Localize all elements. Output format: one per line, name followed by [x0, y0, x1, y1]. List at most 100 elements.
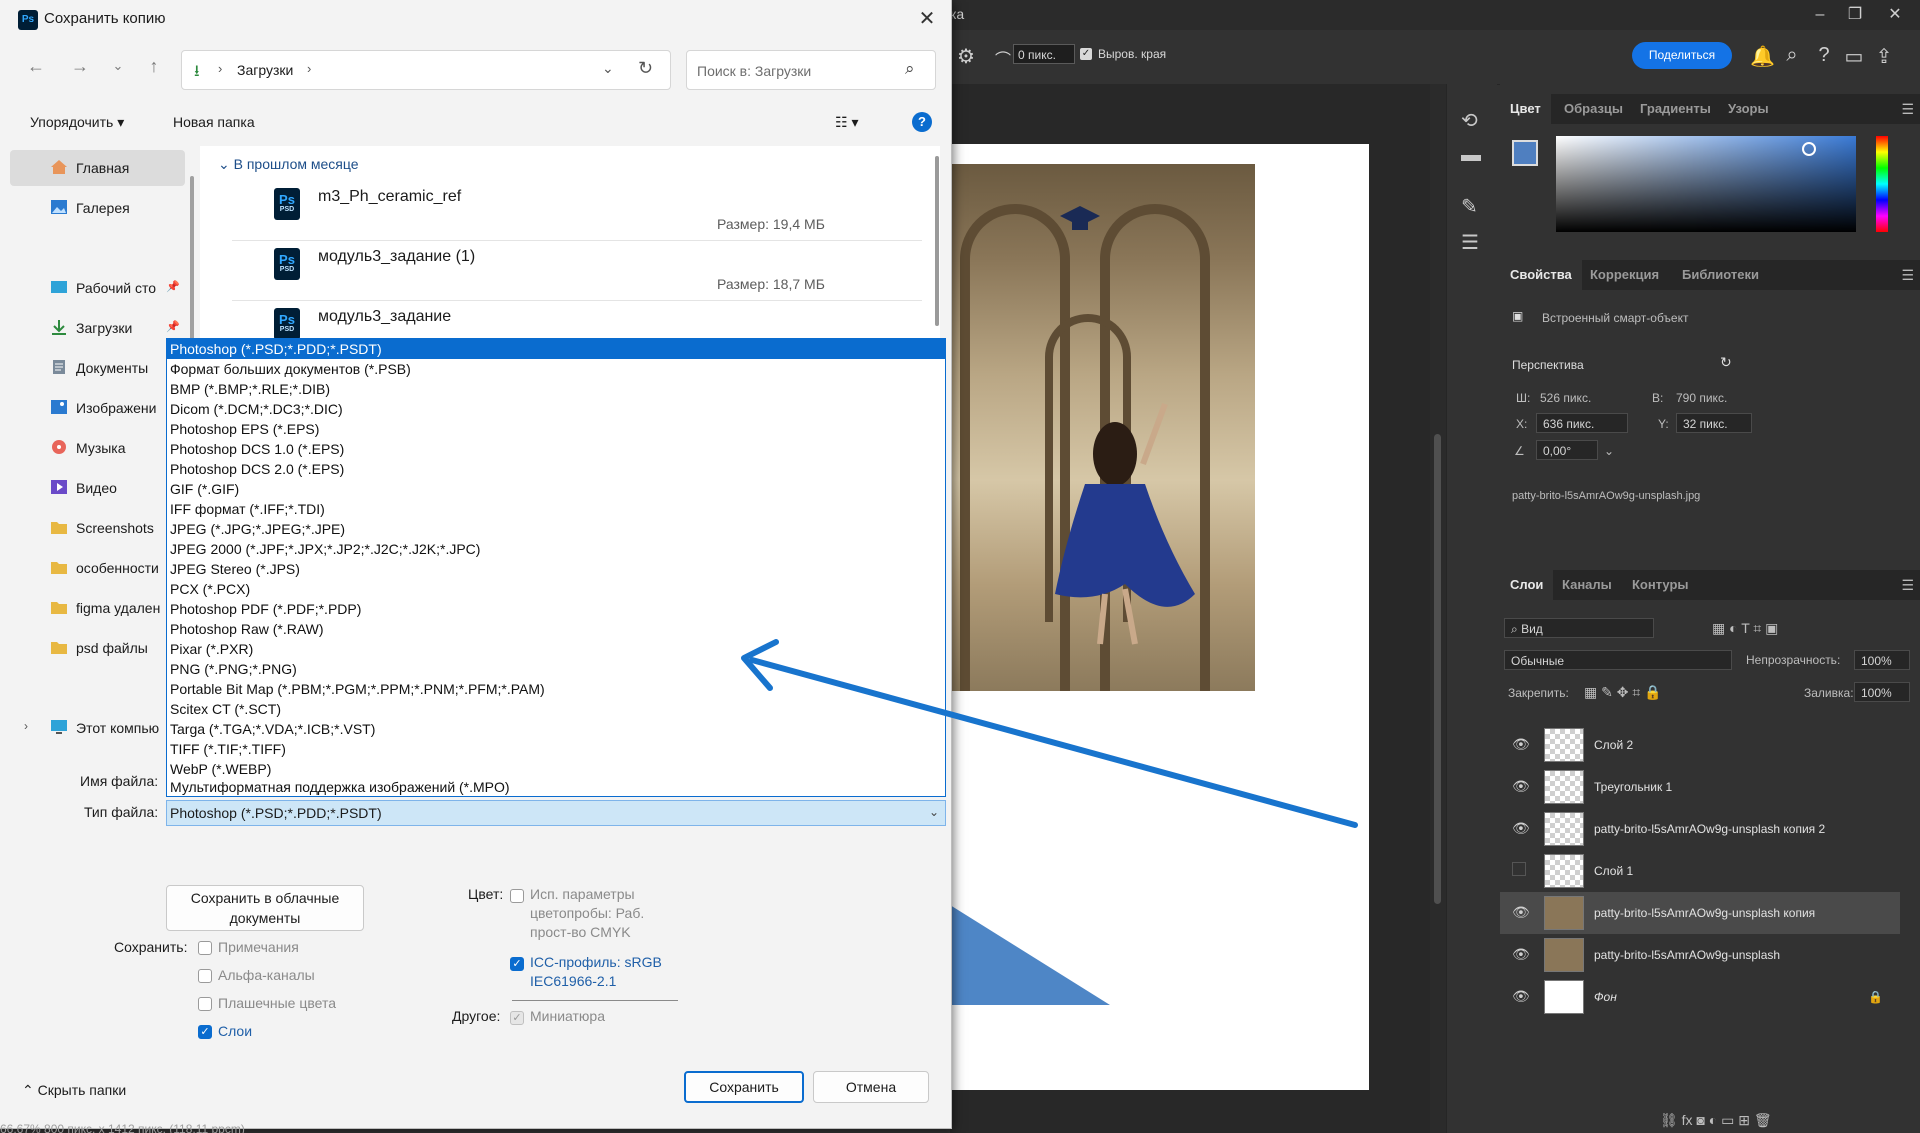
file-type-option[interactable]: Dicom (*.DCM;*.DC3;*.DIC)	[167, 399, 945, 419]
layer-row[interactable]: · Слой 1	[1500, 850, 1900, 892]
layers-checkbox[interactable]: ✓	[198, 1025, 212, 1039]
nav-item-downloads[interactable]: Загрузки 📌	[10, 310, 185, 346]
fill-field[interactable]: 100%	[1854, 682, 1910, 702]
file-type-option[interactable]: Photoshop Raw (*.RAW)	[167, 619, 945, 639]
file-type-option[interactable]: Targa (*.TGA;*.VDA;*.ICB;*.VST)	[167, 719, 945, 739]
file-type-option[interactable]: Photoshop PDF (*.PDF;*.PDP)	[167, 599, 945, 619]
file-type-option[interactable]: PNG (*.PNG;*.PNG)	[167, 659, 945, 679]
color-picker-cursor[interactable]	[1802, 142, 1816, 156]
nav-item-folder[interactable]: особенности	[10, 550, 185, 586]
nav-item-music[interactable]: Музыка	[10, 430, 185, 466]
photo-layer[interactable]	[950, 164, 1255, 691]
anti-alias-checkbox[interactable]: ✓	[1080, 48, 1092, 60]
hide-folders-button[interactable]: ⌃ Скрыть папки	[22, 1082, 126, 1099]
search-icon[interactable]: ⌕	[905, 59, 915, 79]
help-icon[interactable]: ?	[1812, 44, 1836, 67]
file-group-header[interactable]: ⌄ В прошлом месяце	[218, 156, 359, 173]
scroll-thumb[interactable]	[1434, 434, 1441, 904]
layer-row[interactable]: 👁 Фон 🔒	[1500, 976, 1900, 1018]
save-button[interactable]: Сохранить	[684, 1071, 804, 1103]
share-button[interactable]: Поделиться	[1632, 42, 1732, 69]
chevron-down-icon[interactable]: ⌄	[1604, 444, 1614, 458]
close-icon[interactable]: ✕	[903, 0, 951, 38]
search-icon[interactable]: ⌕	[1780, 44, 1804, 67]
file-list-scrollbar[interactable]	[930, 146, 944, 342]
use-proof-setup-checkbox[interactable]	[510, 889, 524, 903]
recent-locations-icon[interactable]: ⌄	[104, 58, 132, 74]
file-type-option[interactable]: IFF формат (*.IFF;*.TDI)	[167, 499, 945, 519]
alpha-channels-checkbox[interactable]	[198, 969, 212, 983]
nav-item-pictures[interactable]: Изображени	[10, 390, 185, 426]
x-field[interactable]: 636 пикс.	[1536, 413, 1628, 433]
nav-item-gallery[interactable]: Галерея	[10, 190, 185, 226]
eye-icon[interactable]: 👁	[1512, 946, 1530, 963]
tab-gradients[interactable]: Градиенты	[1630, 94, 1721, 124]
new-folder-button[interactable]: Новая папка	[173, 114, 255, 130]
view-options-icon[interactable]: ☷ ▾	[835, 114, 858, 131]
notes-checkbox[interactable]	[198, 941, 212, 955]
tab-patterns[interactable]: Узоры	[1718, 94, 1779, 124]
file-type-option[interactable]: Portable Bit Map (*.PBM;*.PGM;*.PPM;*.PN…	[167, 679, 945, 699]
eye-icon[interactable]: 👁	[1512, 988, 1530, 1005]
file-type-option[interactable]: Photoshop (*.PSD;*.PDD;*.PSDT)	[167, 339, 945, 359]
color-picker-field[interactable]	[1556, 136, 1856, 232]
panel-menu-icon[interactable]: ☰	[1901, 577, 1914, 594]
back-icon[interactable]: ←	[22, 56, 50, 77]
file-type-option[interactable]: JPEG Stereo (*.JPS)	[167, 559, 945, 579]
address-folder[interactable]: Загрузки	[237, 62, 293, 78]
tab-layers[interactable]: Слои	[1500, 570, 1554, 600]
eye-icon[interactable]: 👁	[1512, 778, 1530, 795]
file-type-option[interactable]: BMP (*.BMP;*.RLE;*.DIB)	[167, 379, 945, 399]
nav-item-documents[interactable]: Документы	[10, 350, 185, 386]
search-box[interactable]: Поиск в: Загрузки ⌕	[686, 50, 936, 90]
file-type-option[interactable]: Pixar (*.PXR)	[167, 639, 945, 659]
angle-field[interactable]: 0,00°	[1536, 440, 1598, 460]
refresh-icon[interactable]: ↻	[638, 58, 653, 79]
tab-adjustments[interactable]: Коррекция	[1580, 260, 1669, 290]
reset-icon[interactable]: ↻	[1720, 354, 1732, 371]
tab-color[interactable]: Цвет	[1500, 94, 1551, 124]
layer-row[interactable]: 👁 patty-brito-l5sAmrAOw9g-unsplash копия…	[1500, 808, 1900, 850]
panel-menu-icon[interactable]: ☰	[1901, 101, 1914, 118]
tab-properties[interactable]: Свойства	[1500, 260, 1582, 290]
gear-icon[interactable]: ⚙	[957, 44, 979, 68]
layer-row-selected[interactable]: 👁 patty-brito-l5sAmrAOw9g-unsplash копия	[1500, 892, 1900, 934]
nav-item-desktop[interactable]: Рабочий сто 📌	[10, 270, 185, 306]
adjustments-icon[interactable]: ☰	[1461, 230, 1479, 255]
file-row[interactable]: Ps PSD модуль3_задание (1) Размер: 18,7 М…	[232, 242, 922, 301]
nav-item-video[interactable]: Видео	[10, 470, 185, 506]
file-type-option[interactable]: Photoshop DCS 1.0 (*.EPS)	[167, 439, 945, 459]
search-input[interactable]: Поиск в: Загрузки	[697, 63, 811, 79]
tab-paths[interactable]: Контуры	[1622, 570, 1699, 600]
file-type-option[interactable]: Scitex CT (*.SCT)	[167, 699, 945, 719]
panel-menu-icon[interactable]: ☰	[1901, 267, 1914, 284]
history-icon[interactable]: ⟲	[1461, 108, 1478, 133]
chevron-right-icon[interactable]: ›	[218, 61, 222, 76]
tab-swatches[interactable]: Образцы	[1554, 94, 1633, 124]
forward-icon[interactable]: →	[66, 56, 94, 77]
window-close-icon[interactable]: ✕	[1870, 2, 1920, 28]
nav-item-this-pc[interactable]: › Этот компью	[10, 710, 185, 746]
filter-pixel-icon[interactable]: ▦ ◐ T ⌗ ▣	[1712, 620, 1778, 637]
chevron-down-icon[interactable]: ⌄	[929, 805, 939, 819]
address-bar[interactable]: ⭳ › Загрузки › ⌄ ↻	[181, 50, 671, 90]
triangle-shape[interactable]	[950, 905, 1150, 1015]
comments-icon[interactable]: ▬	[1461, 144, 1481, 167]
organize-button[interactable]: Упорядочить ▾	[30, 114, 124, 131]
file-type-option[interactable]: PCX (*.PCX)	[167, 579, 945, 599]
share-document-icon[interactable]: ⇪	[1872, 44, 1896, 69]
file-type-option[interactable]: Photoshop DCS 2.0 (*.EPS)	[167, 459, 945, 479]
nav-item-folder[interactable]: psd файлы	[10, 630, 185, 666]
thumbnail-checkbox[interactable]: ✓	[510, 1011, 524, 1025]
file-row[interactable]: Ps PSD m3_Ph_ceramic_ref Размер: 19,4 МБ	[232, 182, 922, 241]
cancel-button[interactable]: Отмена	[813, 1071, 929, 1103]
nav-item-folder[interactable]: Screenshots	[10, 510, 185, 546]
hue-slider[interactable]	[1876, 136, 1888, 232]
icc-profile-checkbox[interactable]: ✓	[510, 957, 524, 971]
canvas-scrollbar[interactable]	[1430, 84, 1446, 1133]
eye-icon[interactable]: 👁	[1512, 904, 1530, 921]
layer-row[interactable]: 👁 Треугольник 1	[1500, 766, 1900, 808]
save-to-cloud-button[interactable]: Сохранить в облачные документы	[166, 885, 364, 931]
file-type-option[interactable]: TIFF (*.TIF;*.TIFF)	[167, 739, 945, 759]
foreground-swatch[interactable]	[1512, 140, 1538, 166]
